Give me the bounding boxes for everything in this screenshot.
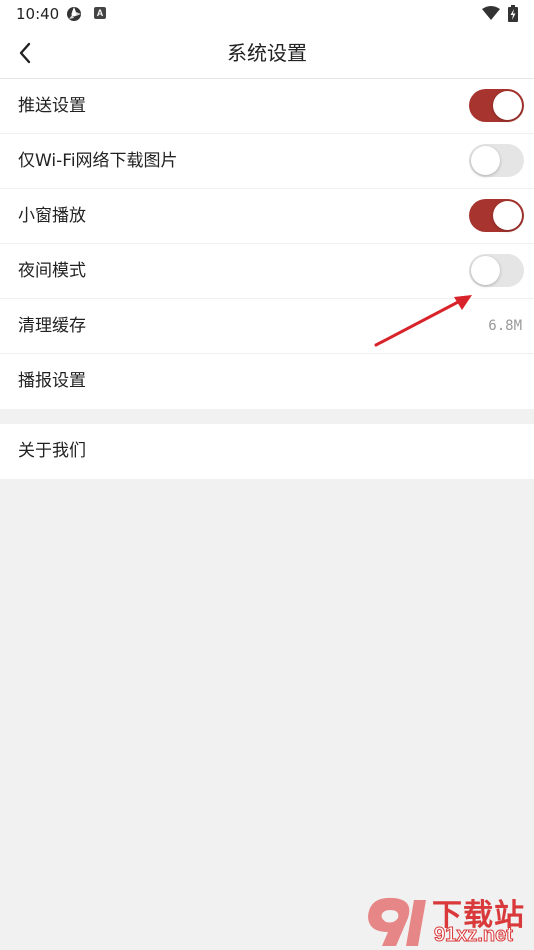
setting-row-broadcast[interactable]: 播报设置	[0, 354, 534, 409]
setting-label: 推送设置	[18, 96, 86, 116]
setting-row-about-us[interactable]: 关于我们	[0, 424, 534, 479]
setting-label: 仅Wi-Fi网络下载图片	[18, 151, 178, 171]
setting-row-clear-cache[interactable]: 清理缓存 6.8M	[0, 299, 534, 354]
wifi-only-images-toggle[interactable]	[469, 144, 524, 177]
toggle-knob	[493, 201, 522, 230]
nav-bar: 系统设置	[0, 28, 534, 79]
setting-label: 关于我们	[18, 441, 86, 461]
about-section: 关于我们	[0, 424, 534, 479]
setting-row-night-mode[interactable]: 夜间模式	[0, 244, 534, 299]
cache-size-value: 6.8M	[488, 318, 522, 334]
watermark-site: 91xz.net	[434, 924, 514, 947]
watermark-logo-icon	[368, 897, 426, 946]
watermark: 下载站 91xz.net	[360, 888, 534, 950]
toggle-knob	[471, 146, 500, 175]
night-mode-toggle[interactable]	[469, 254, 524, 287]
setting-label: 小窗播放	[18, 206, 86, 226]
app-notification-icon	[67, 7, 81, 21]
setting-label: 播报设置	[18, 371, 86, 391]
status-time: 10:40	[16, 5, 60, 23]
setting-row-push[interactable]: 推送设置	[0, 79, 534, 134]
battery-charging-icon	[508, 5, 518, 22]
status-bar: 10:40 A	[0, 0, 534, 28]
mini-window-toggle[interactable]	[469, 199, 524, 232]
setting-row-wifi-only-images[interactable]: 仅Wi-Fi网络下载图片	[0, 134, 534, 189]
toggle-knob	[471, 256, 500, 285]
push-toggle[interactable]	[469, 89, 524, 122]
page-title: 系统设置	[227, 41, 307, 65]
setting-row-mini-window[interactable]: 小窗播放	[0, 189, 534, 244]
wifi-icon	[482, 6, 500, 20]
settings-list: 推送设置 仅Wi-Fi网络下载图片 小窗播放 夜间模式 清理缓存 6.8M 播报…	[0, 79, 534, 409]
setting-label: 夜间模式	[18, 261, 86, 281]
toggle-knob	[493, 91, 522, 120]
app-badge-icon: A	[94, 7, 106, 19]
setting-label: 清理缓存	[18, 316, 86, 336]
